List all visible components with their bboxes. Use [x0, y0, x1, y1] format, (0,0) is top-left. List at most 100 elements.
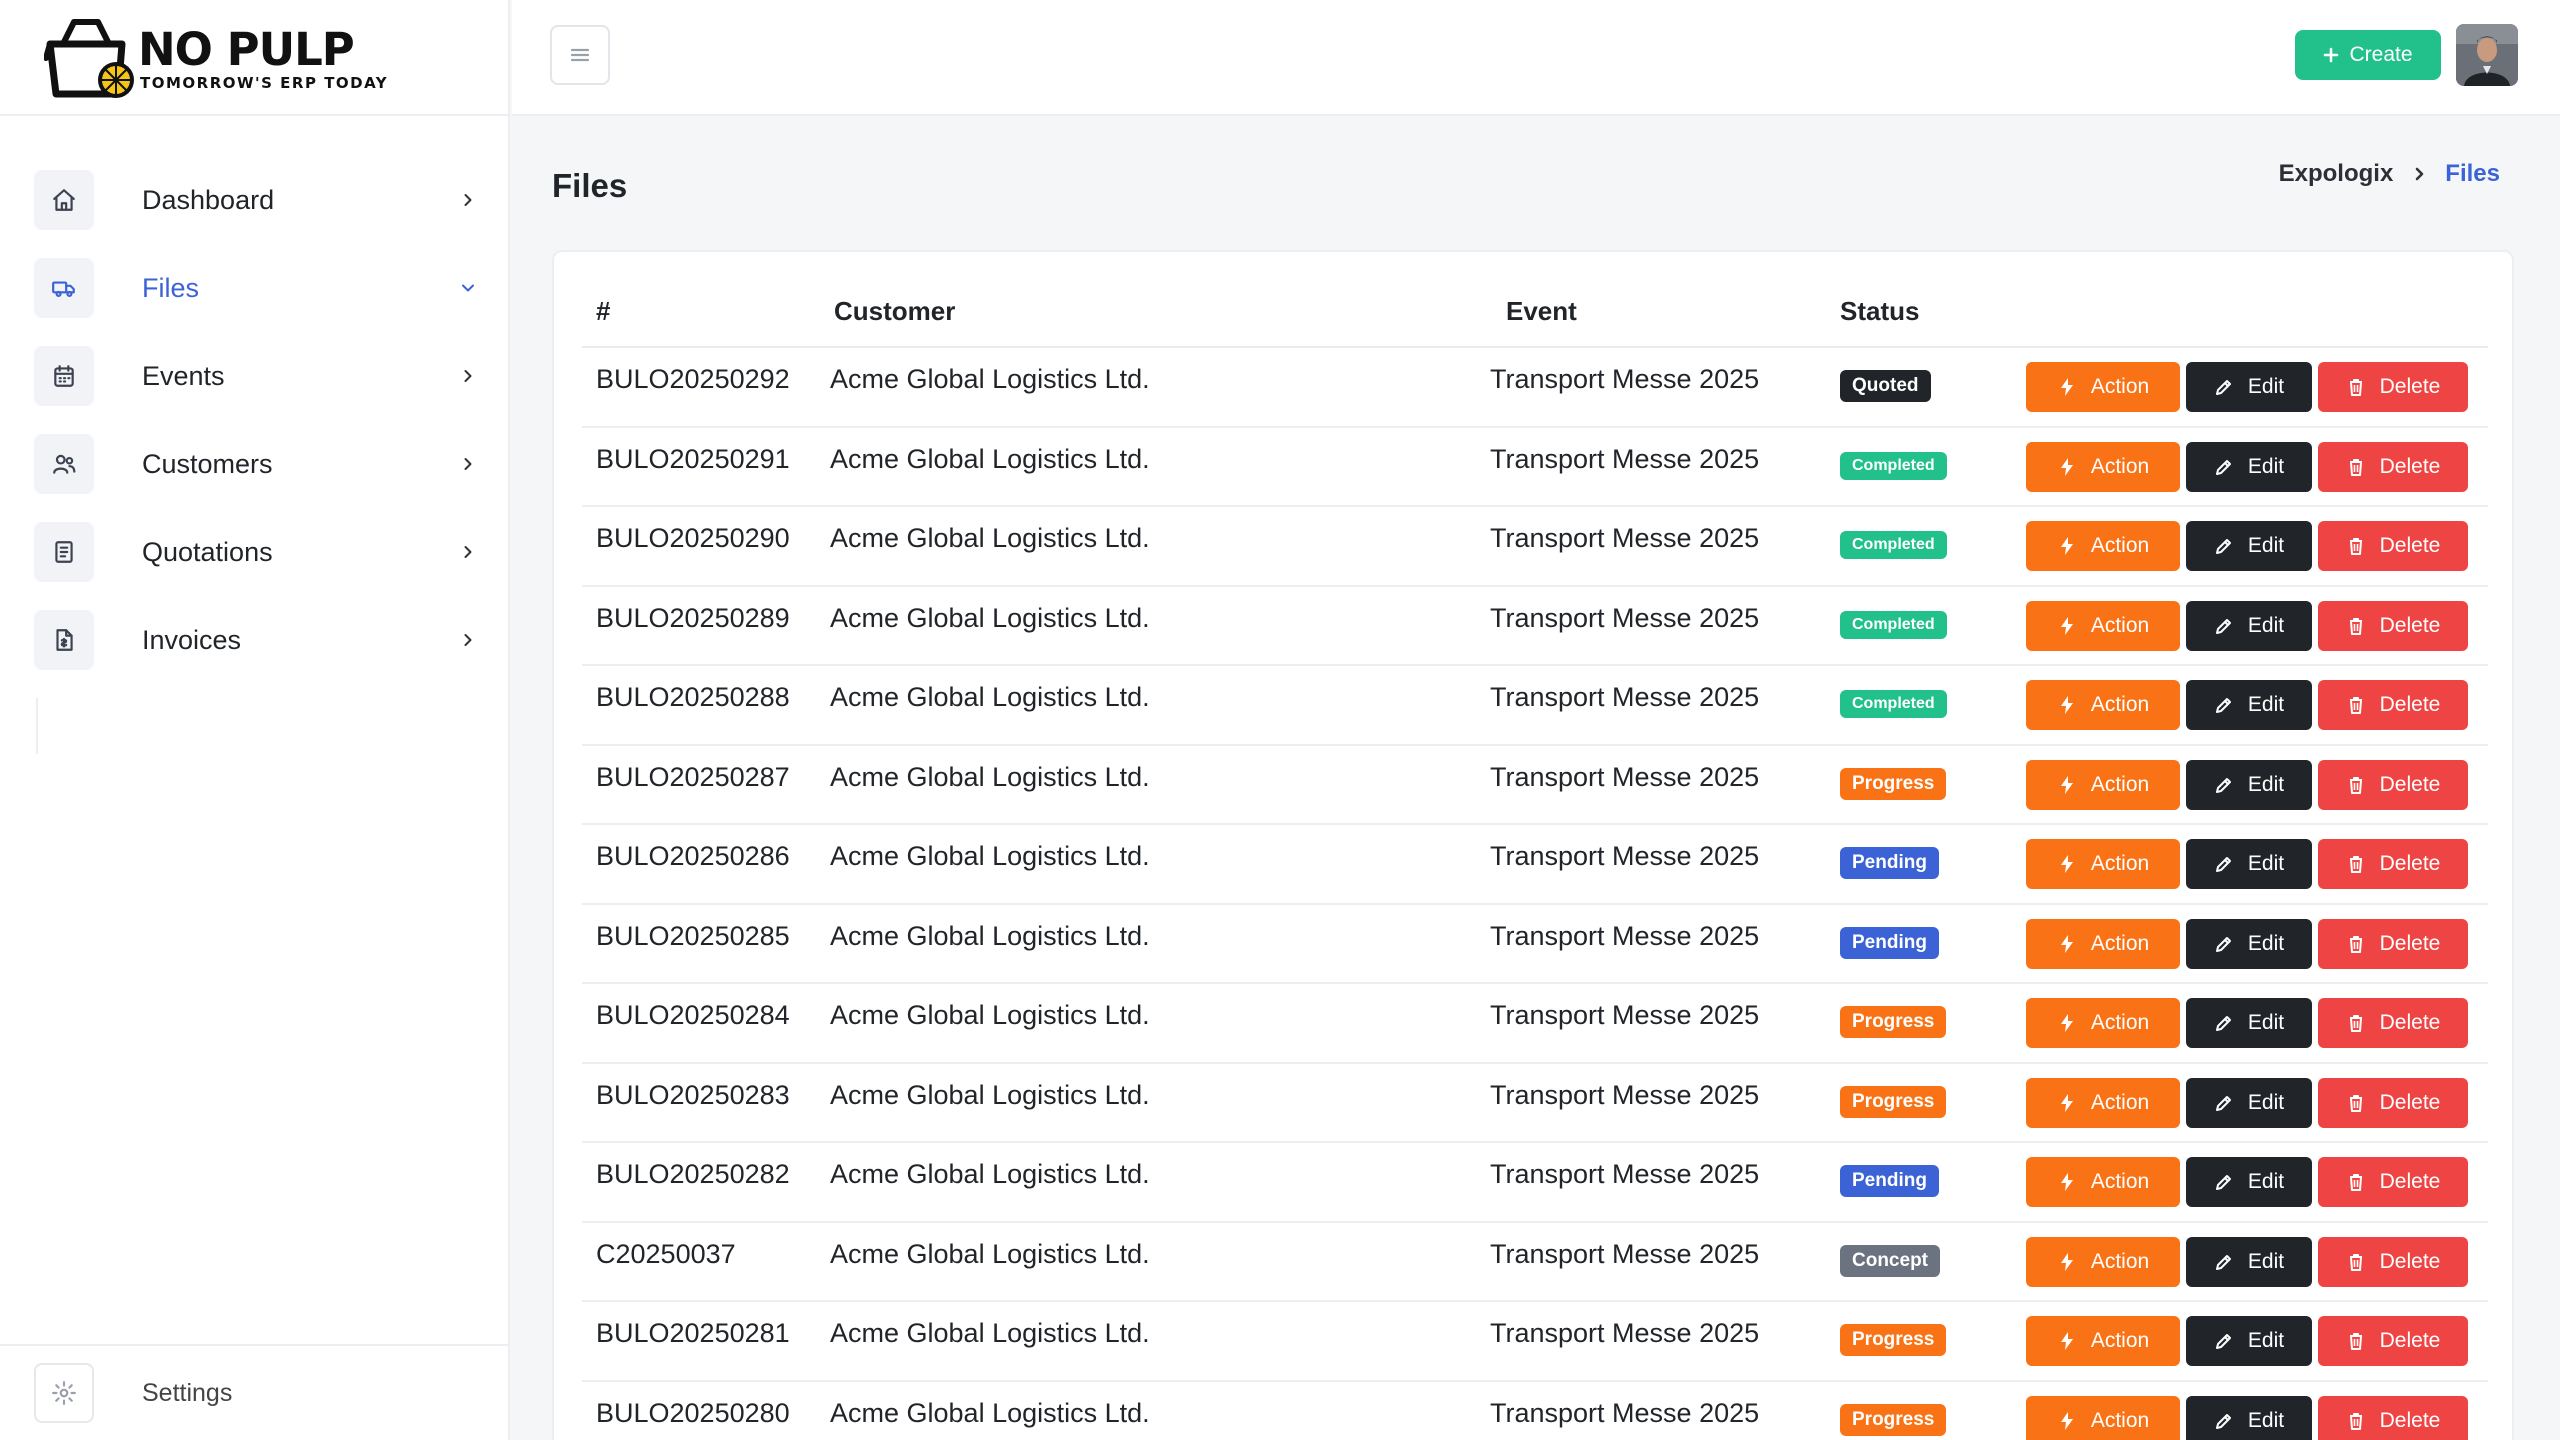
delete-button[interactable]: Delete [2318, 1077, 2468, 1128]
edit-button[interactable]: Edit [2186, 441, 2312, 492]
file-number-cell: BULO20250292 [596, 364, 790, 394]
file-number-cell: BULO20250285 [596, 920, 790, 951]
customer-cell: Acme Global Logistics Ltd. [830, 1159, 1150, 1189]
edit-button-label: Edit [2247, 1249, 2285, 1273]
action-button[interactable]: Action [2026, 759, 2180, 810]
edit-button-label: Edit [2247, 454, 2285, 478]
sidebar-item-dashboard[interactable]: Dashboard [0, 156, 508, 244]
status-badge: Progress [1840, 1085, 1947, 1118]
sidebar-item-events[interactable]: Events [0, 332, 508, 420]
bolt-icon [2060, 616, 2073, 635]
edit-button[interactable]: Edit [2186, 1077, 2312, 1128]
delete-button[interactable]: Delete [2318, 1236, 2468, 1287]
edit-button[interactable]: Edit [2186, 759, 2312, 810]
event-cell: Transport Messe 2025 [1490, 1000, 1760, 1030]
customer-cell: Acme Global Logistics Ltd. [830, 1079, 1150, 1110]
edit-button[interactable]: Edit [2186, 1236, 2312, 1287]
action-button-label: Action [2090, 613, 2150, 637]
sidebar-item-label: Quotations [142, 536, 273, 567]
sidebar-item-quotations[interactable]: Quotations [0, 508, 508, 596]
delete-button[interactable]: Delete [2318, 521, 2468, 571]
delete-button-label: Delete [2379, 772, 2441, 796]
file-number-cell: BULO20250280 [596, 1397, 790, 1428]
table-row: BULO20250287 Acme Global Logistics Ltd. … [582, 746, 2488, 825]
sidebar-item-invoices[interactable]: Invoices [0, 596, 508, 684]
breadcrumb-current: Files [2445, 160, 2500, 187]
pencil-icon [2215, 1254, 2231, 1270]
delete-button-label: Delete [2379, 375, 2441, 398]
avatar[interactable] [2456, 24, 2518, 86]
delete-button[interactable]: Delete [2318, 839, 2468, 889]
delete-button[interactable]: Delete [2318, 1316, 2468, 1366]
action-button-label: Action [2090, 931, 2150, 955]
trash-icon [2349, 776, 2362, 794]
user-avatar-icon [2456, 24, 2518, 86]
edit-button[interactable]: Edit [2186, 1395, 2312, 1440]
action-button[interactable]: Action [2026, 680, 2180, 730]
edit-button[interactable]: Edit [2186, 1157, 2312, 1207]
event-cell: Transport Messe 2025 [1490, 1318, 1760, 1348]
edit-button-label: Edit [2247, 931, 2285, 955]
document-icon [34, 522, 94, 582]
sidebar-item-customers[interactable]: Customers [0, 420, 508, 508]
create-button[interactable]: Create [2295, 30, 2441, 80]
column-header-number: # [596, 296, 611, 326]
action-button[interactable]: Action [2026, 839, 2180, 889]
action-button[interactable]: Action [2026, 600, 2180, 651]
edit-button[interactable]: Edit [2186, 362, 2312, 412]
action-button[interactable]: Action [2026, 1316, 2180, 1366]
edit-button[interactable]: Edit [2186, 1316, 2312, 1366]
trash-icon [2349, 1412, 2362, 1430]
edit-button[interactable]: Edit [2186, 600, 2312, 651]
table-row: BULO20250284 Acme Global Logistics Ltd. … [582, 984, 2488, 1064]
edit-button[interactable]: Edit [2186, 521, 2312, 571]
action-button[interactable]: Action [2026, 1236, 2180, 1287]
file-number-cell: BULO20250286 [596, 841, 790, 871]
status-badge: Completed [1840, 690, 1947, 718]
breadcrumb-root-link[interactable]: Expologix [2279, 160, 2394, 188]
delete-button[interactable]: Delete [2318, 362, 2468, 412]
status-badge: Progress [1840, 1006, 1947, 1038]
edit-button[interactable]: Edit [2186, 680, 2312, 730]
action-button[interactable]: Action [2026, 1157, 2180, 1207]
status-badge: Progress [1840, 767, 1947, 800]
table-row: BULO20250282 Acme Global Logistics Ltd. … [582, 1143, 2488, 1223]
pencil-icon [2215, 1413, 2231, 1429]
delete-button[interactable]: Delete [2318, 918, 2468, 969]
delete-button[interactable]: Delete [2318, 759, 2468, 810]
edit-button[interactable]: Edit [2186, 839, 2312, 889]
action-button[interactable]: Action [2026, 918, 2180, 969]
sidebar-item-label: Invoices [142, 624, 242, 655]
status-badge: Completed [1840, 531, 1947, 559]
menu-toggle-button[interactable] [550, 25, 610, 85]
sidebar-item-settings[interactable]: Settings [0, 1344, 510, 1440]
action-button[interactable]: Action [2026, 1077, 2180, 1128]
delete-button[interactable]: Delete [2318, 1395, 2468, 1440]
action-button[interactable]: Action [2026, 441, 2180, 492]
brand-logo[interactable]: NO PULP TOMORROW'S ERP TODAY [0, 0, 508, 116]
event-cell: Transport Messe 2025 [1490, 1238, 1760, 1269]
table-row: BULO20250286 Acme Global Logistics Ltd. … [582, 825, 2488, 905]
delete-button[interactable]: Delete [2318, 600, 2468, 651]
action-button[interactable]: Action [2026, 362, 2180, 412]
action-button[interactable]: Action [2026, 521, 2180, 571]
file-number-cell: BULO20250289 [596, 602, 790, 633]
sidebar-item-files[interactable]: Files [0, 244, 508, 332]
table-row: BULO20250285 Acme Global Logistics Ltd. … [582, 905, 2488, 984]
edit-button[interactable]: Edit [2186, 998, 2312, 1048]
trash-icon [2349, 1094, 2362, 1112]
delete-button[interactable]: Delete [2318, 441, 2468, 492]
trash-icon [2349, 697, 2362, 714]
event-cell: Transport Messe 2025 [1490, 443, 1760, 474]
sidebar-item-label: Settings [142, 1378, 233, 1407]
delete-button[interactable]: Delete [2318, 998, 2468, 1048]
edit-button[interactable]: Edit [2186, 918, 2312, 969]
delete-button-label: Delete [2379, 1011, 2441, 1034]
delete-button[interactable]: Delete [2318, 680, 2468, 730]
action-button[interactable]: Action [2026, 998, 2180, 1048]
delete-button[interactable]: Delete [2318, 1157, 2468, 1207]
trash-icon [2349, 458, 2362, 476]
delete-button-label: Delete [2379, 1090, 2441, 1114]
delete-button-label: Delete [2379, 454, 2441, 478]
action-button[interactable]: Action [2026, 1395, 2180, 1440]
